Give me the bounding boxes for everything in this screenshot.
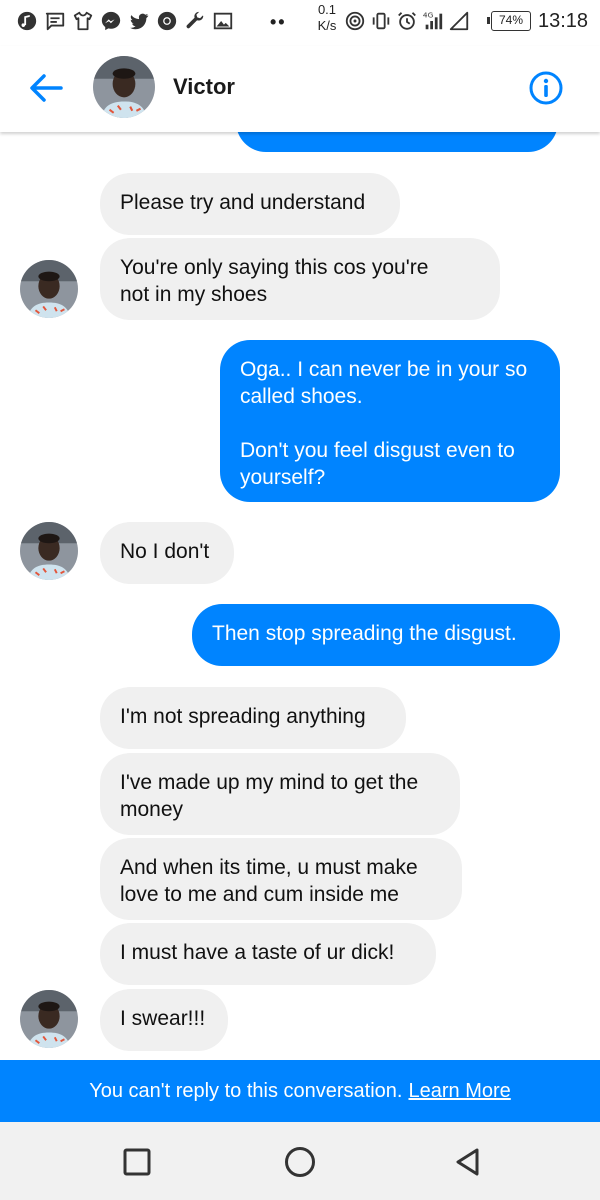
sender-avatar[interactable] bbox=[20, 522, 78, 580]
shirt-icon bbox=[72, 10, 94, 32]
message-bubble-incoming[interactable]: And when its time, u must make love to m… bbox=[100, 838, 462, 920]
network-speed: 0.1 K/s bbox=[312, 2, 342, 34]
recents-button[interactable] bbox=[115, 1140, 159, 1184]
wrench-icon bbox=[184, 10, 206, 32]
messenger-icon bbox=[100, 10, 122, 32]
signal-4g-icon: 4G bbox=[422, 10, 444, 32]
message-bubble-incoming[interactable]: I'm not spreading anything bbox=[100, 687, 406, 749]
system-navigation-bar bbox=[0, 1122, 600, 1200]
message-list[interactable]: Please try and understand You're only sa… bbox=[0, 132, 600, 1060]
person-photo-icon bbox=[93, 56, 155, 118]
twitter-icon bbox=[128, 10, 150, 32]
cannot-reply-text: You can't reply to this conversation. bbox=[89, 1079, 403, 1102]
message-bubble-outgoing[interactable]: Then stop spreading the disgust. bbox=[192, 604, 560, 666]
recents-square-icon bbox=[123, 1148, 151, 1176]
home-button[interactable] bbox=[278, 1140, 322, 1184]
cannot-reply-banner: You can't reply to this conversation. Le… bbox=[0, 1060, 600, 1122]
music-icon bbox=[16, 10, 38, 32]
message-bubble-incoming[interactable]: I must have a taste of ur dick! bbox=[100, 923, 436, 985]
person-photo-icon bbox=[20, 260, 78, 318]
message-bubble-incoming[interactable]: I swear!!! bbox=[100, 989, 228, 1051]
image-icon bbox=[212, 10, 234, 32]
message-bubble-incoming[interactable]: You're only saying this cos you're not i… bbox=[100, 238, 500, 320]
learn-more-link[interactable]: Learn More bbox=[408, 1080, 510, 1103]
home-circle-icon bbox=[285, 1147, 315, 1177]
network-speed-unit: K/s bbox=[317, 18, 337, 33]
network-speed-value: 0.1 bbox=[317, 2, 337, 17]
clock: 13:18 bbox=[538, 10, 589, 32]
info-icon bbox=[529, 71, 563, 105]
person-photo-icon bbox=[20, 990, 78, 1048]
contact-name[interactable]: Victor bbox=[173, 74, 235, 100]
more-notifications-dots: •• bbox=[270, 12, 287, 32]
chrome-icon bbox=[156, 10, 178, 32]
person-photo-icon bbox=[20, 522, 78, 580]
conversation-header: Victor bbox=[0, 46, 600, 132]
back-nav-button[interactable] bbox=[446, 1140, 490, 1184]
network-type-label: 4G bbox=[423, 10, 434, 19]
alarm-icon bbox=[396, 10, 418, 32]
status-bar: •• 0.1 K/s 4G 74% 13:18 bbox=[0, 0, 600, 46]
back-arrow-icon bbox=[30, 74, 63, 102]
message-icon bbox=[44, 10, 66, 32]
system-icons: 4G bbox=[344, 10, 470, 32]
message-bubble-outgoing[interactable] bbox=[236, 132, 558, 152]
hotspot-icon bbox=[344, 10, 366, 32]
message-bubble-incoming[interactable]: Please try and understand bbox=[100, 173, 400, 235]
message-bubble-outgoing[interactable]: Oga.. I can never be in your so called s… bbox=[220, 340, 560, 502]
sender-avatar[interactable] bbox=[20, 260, 78, 318]
info-button[interactable] bbox=[526, 68, 566, 108]
message-bubble-incoming[interactable]: I've made up my mind to get the money bbox=[100, 753, 460, 835]
message-bubble-incoming[interactable]: No I don't bbox=[100, 522, 234, 584]
back-button[interactable] bbox=[24, 66, 68, 110]
signal-strength-icon bbox=[448, 10, 470, 32]
notification-icons bbox=[16, 10, 234, 32]
sender-avatar[interactable] bbox=[20, 990, 78, 1048]
vibrate-icon bbox=[370, 10, 392, 32]
battery-indicator: 74% bbox=[487, 11, 531, 31]
contact-avatar[interactable] bbox=[93, 56, 155, 118]
back-triangle-icon bbox=[456, 1148, 479, 1176]
